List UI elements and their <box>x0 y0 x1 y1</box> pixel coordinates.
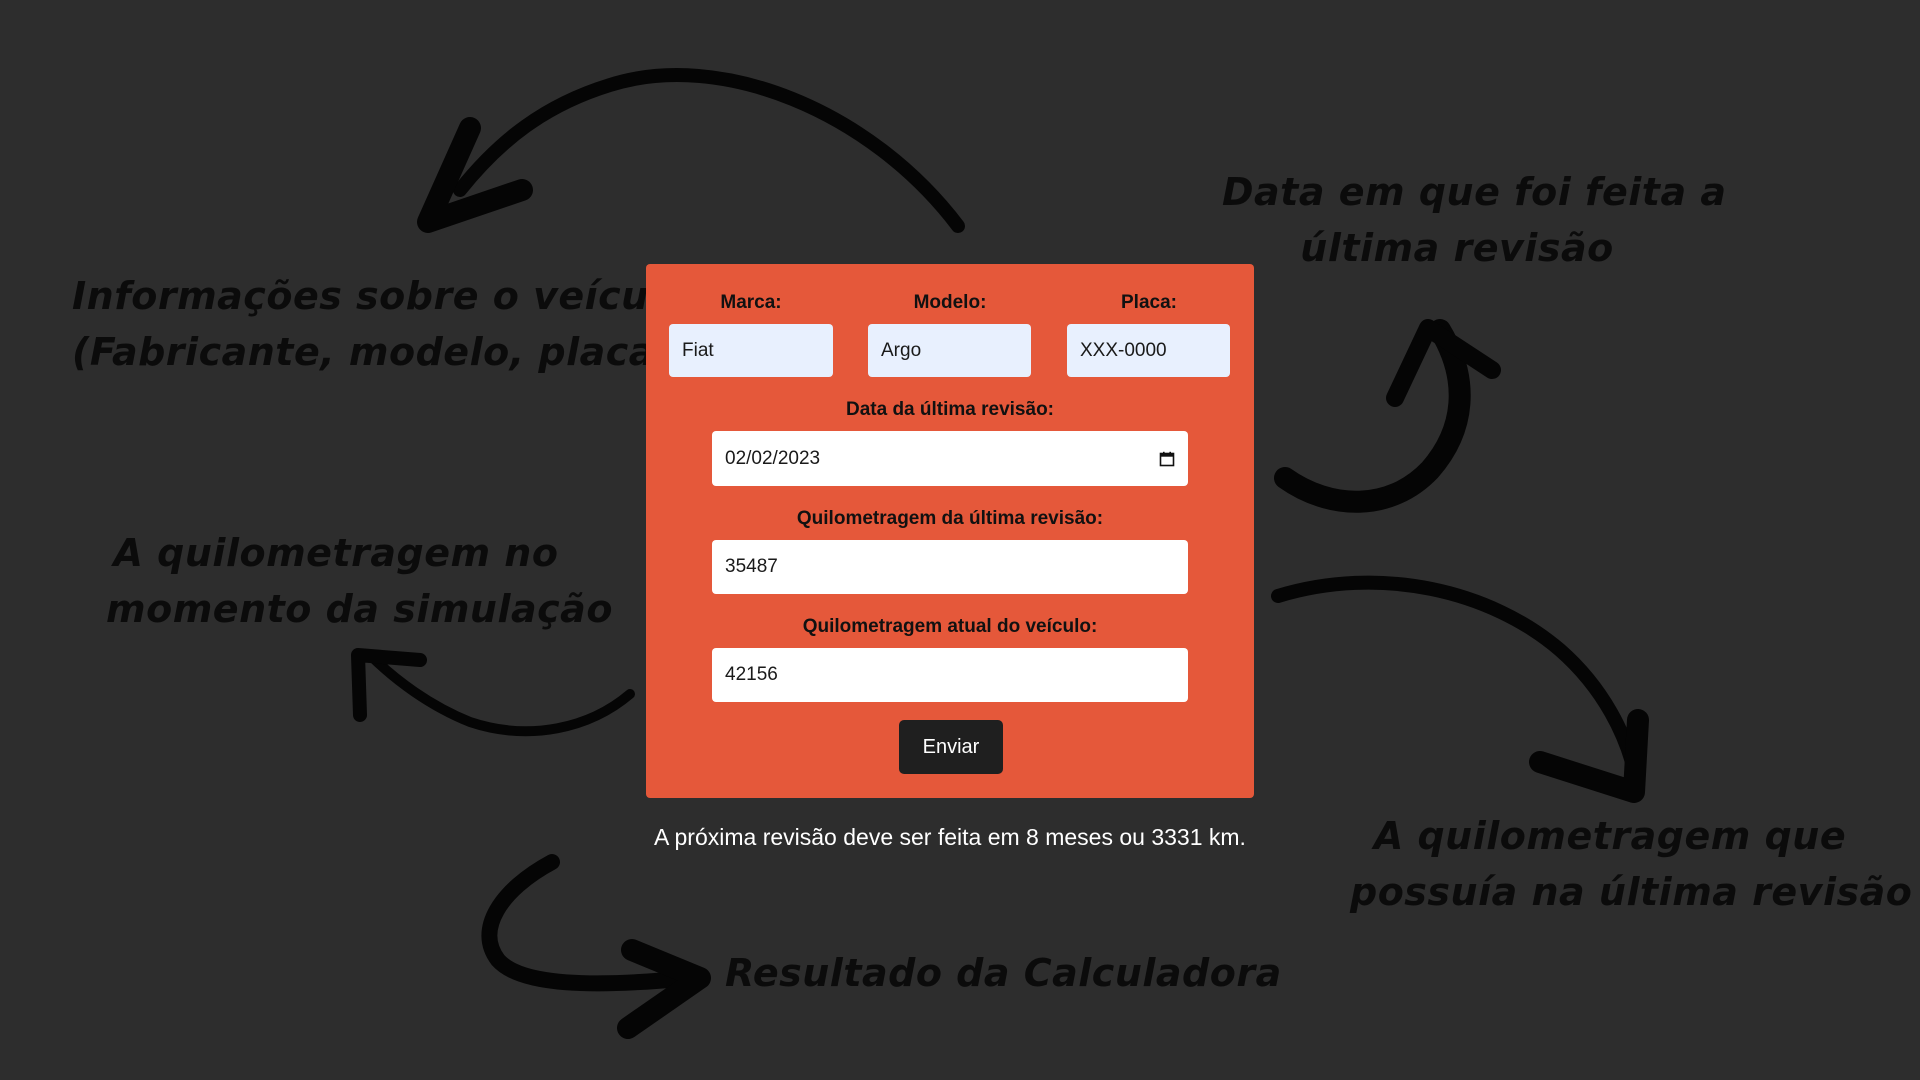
arrowhead-revision-date-icon <box>1386 319 1501 407</box>
last-revision-km-value: 35487 <box>725 556 778 577</box>
revision-calculator-form: Marca: Modelo: Placa: Fiat Argo XXX-0000… <box>646 264 1254 798</box>
model-label: Modelo: <box>913 292 987 313</box>
last-revision-km-label: Quilometragem da última revisão: <box>796 508 1104 529</box>
annotation-vehicle-info: Informações sobre o veículo (Fabricante,… <box>72 274 689 374</box>
result-message: A próxima revisão deve ser feita em 8 me… <box>654 824 1246 850</box>
last-revision-km-input[interactable]: 35487 <box>712 540 1188 594</box>
annotation-last-km: A quilometragem que possuía na última re… <box>1350 814 1913 914</box>
calendar-icon[interactable] <box>1159 451 1175 467</box>
annotation-result: Resultado da Calculadora <box>725 951 1282 995</box>
arrowhead-vehicle-info-icon <box>417 117 533 233</box>
brand-label: Marca: <box>720 292 782 313</box>
arrowhead-result-icon <box>617 939 711 1039</box>
annotation-current-km: A quilometragem no momento da simulação <box>106 531 613 631</box>
arrow-to-last-km-icon <box>1271 575 1645 797</box>
last-revision-date-input[interactable]: 02/02/2023 <box>712 431 1188 486</box>
plate-input[interactable]: XXX-0000 <box>1067 324 1230 377</box>
arrow-to-result-icon <box>481 854 698 992</box>
current-km-input[interactable]: 42156 <box>712 648 1188 702</box>
plate-label: Placa: <box>1121 292 1177 313</box>
brand-input[interactable]: Fiat <box>669 324 833 377</box>
arrowhead-last-km-icon <box>1529 709 1649 803</box>
last-revision-date-value: 02/02/2023 <box>725 447 821 469</box>
plate-input-value: XXX-0000 <box>1080 339 1167 361</box>
annotation-revision-date: Data em que foi feita a última revisão <box>1222 170 1727 270</box>
submit-button[interactable]: Enviar <box>899 720 1003 774</box>
model-input[interactable]: Argo <box>868 324 1031 377</box>
arrowhead-current-km-icon <box>351 648 427 722</box>
brand-input-value: Fiat <box>682 339 714 361</box>
arrow-to-revision-date-icon <box>1274 319 1471 513</box>
current-km-label: Quilometragem atual do veículo: <box>802 616 1098 637</box>
arrow-to-vehicle-info-icon <box>453 68 965 233</box>
arrow-to-current-km-icon <box>365 650 635 737</box>
last-revision-date-label: Data da última revisão: <box>845 399 1055 420</box>
model-input-value: Argo <box>881 339 922 361</box>
current-km-value: 42156 <box>725 664 778 685</box>
